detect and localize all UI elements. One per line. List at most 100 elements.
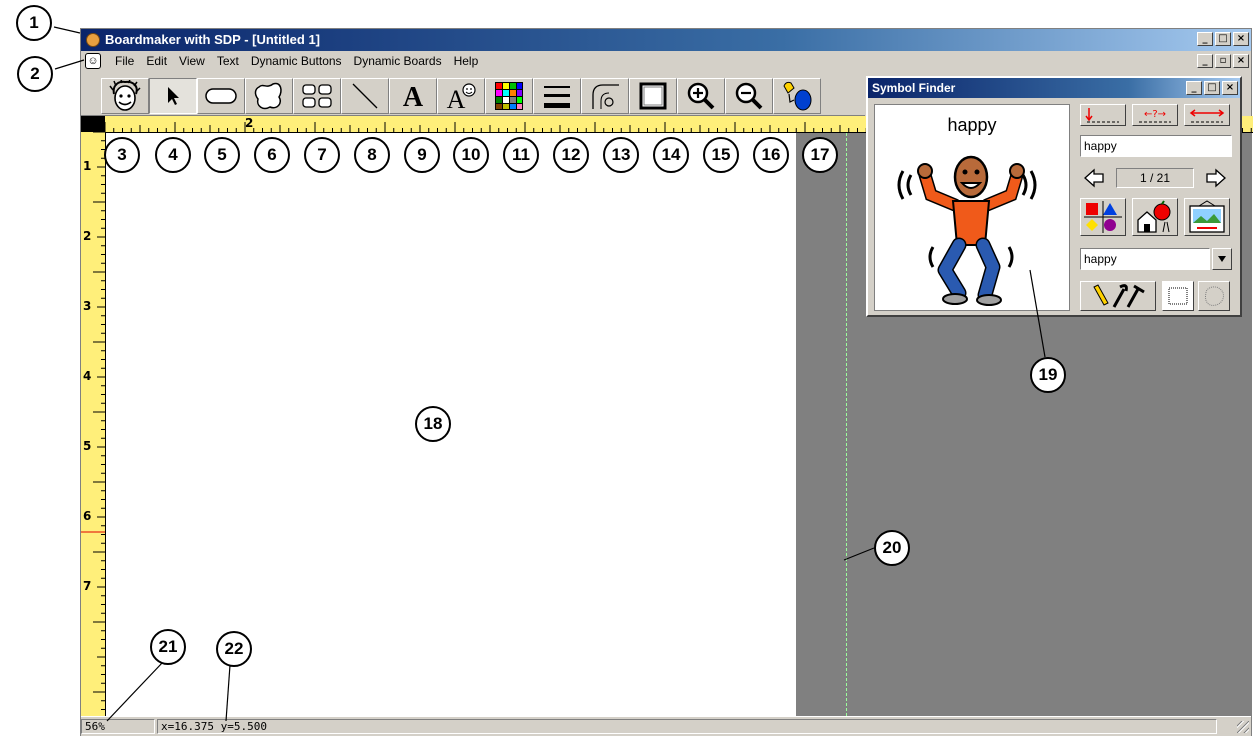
letter-a-face-icon: A	[447, 83, 476, 111]
vruler-number: 5	[83, 439, 92, 453]
category-select[interactable]: happy	[1080, 248, 1210, 270]
title-bar[interactable]: Boardmaker with SDP - [Untitled 1] _ □ ×	[81, 29, 1251, 51]
double-arrow-red-icon	[1189, 109, 1225, 123]
menu-bar: ☺ File Edit View Text Dynamic Buttons Dy…	[81, 51, 1251, 71]
vertical-ruler-ticks	[81, 132, 105, 710]
freeform-crop-button[interactable]	[1198, 281, 1230, 311]
document-face-icon[interactable]: ☺	[85, 53, 101, 69]
callout-18: 18	[415, 406, 451, 442]
doc-restore-button[interactable]: ▫	[1215, 54, 1231, 68]
callout-8: 8	[354, 137, 390, 173]
menu-view[interactable]: View	[173, 51, 211, 71]
vertical-ruler: 1 2 3 4 5 6 7	[81, 132, 106, 716]
symbol-finder-title: Symbol Finder	[872, 81, 956, 95]
contains-arrow-icon: ←?→	[1139, 109, 1171, 123]
minimize-button[interactable]: _	[1197, 32, 1213, 46]
arrow-left-icon	[1084, 168, 1104, 188]
dotted-blob-icon	[1205, 286, 1224, 306]
line-icon	[352, 83, 378, 109]
house-apple-icon	[1137, 200, 1171, 233]
arrow-pointer-icon	[168, 87, 179, 105]
menu-edit[interactable]: Edit	[140, 51, 173, 71]
close-button[interactable]: ×	[1233, 32, 1249, 46]
menu-dynamic-boards[interactable]: Dynamic Boards	[348, 51, 448, 71]
menu-file[interactable]: File	[109, 51, 140, 71]
symbol-finder-titlebar[interactable]: Symbol Finder _ □ ×	[868, 78, 1240, 98]
search-whole-word-button[interactable]	[1184, 104, 1230, 126]
menu-dynamic-buttons[interactable]: Dynamic Buttons	[245, 51, 348, 71]
menu-text[interactable]: Text	[211, 51, 245, 71]
blob-shape-icon	[254, 82, 282, 110]
shapes-icon	[1084, 201, 1122, 233]
svg-text:A: A	[403, 82, 424, 111]
search-contains-button[interactable]: ←?→	[1132, 104, 1178, 126]
corner-radius-icon	[592, 84, 619, 109]
zoom-in-tool[interactable]	[677, 78, 725, 114]
corner-radius-tool[interactable]	[581, 78, 629, 114]
button-tool[interactable]	[197, 78, 245, 114]
line-thickness-icon	[544, 86, 570, 108]
symbol-preview[interactable]: happy	[874, 104, 1070, 311]
frame-tool[interactable]	[629, 78, 677, 114]
doc-minimize-button[interactable]: _	[1197, 54, 1213, 68]
previous-symbol-button[interactable]	[1082, 168, 1106, 188]
pointer-tool[interactable]	[149, 78, 197, 114]
sf-minimize-button[interactable]: _	[1186, 81, 1202, 95]
status-bar: 56% x=16.375 y=5.500	[81, 716, 1251, 736]
sf-close-button[interactable]: ×	[1222, 81, 1238, 95]
resize-grip[interactable]	[1237, 721, 1249, 733]
vruler-number: 3	[83, 299, 92, 313]
doc-close-button[interactable]: ×	[1233, 54, 1249, 68]
search-starts-with-button[interactable]	[1080, 104, 1126, 126]
rounded-rect-icon	[205, 88, 237, 104]
sf-maximize-button[interactable]: □	[1204, 81, 1220, 95]
vruler-number: 7	[83, 579, 92, 593]
symbol-page-indicator: 1 / 21	[1116, 168, 1194, 188]
category-button[interactable]	[1132, 198, 1178, 236]
arrow-right-icon	[1206, 168, 1226, 188]
drawing-toolbar: A A	[81, 71, 865, 116]
app-icon[interactable]	[86, 33, 100, 47]
line-tool[interactable]	[341, 78, 389, 114]
freeform-button-tool[interactable]	[245, 78, 293, 114]
zoom-out-tool[interactable]	[725, 78, 773, 114]
vruler-number: 2	[83, 229, 92, 243]
page-break-guide	[846, 133, 847, 716]
callout-9: 9	[404, 137, 440, 173]
color-shapes-button[interactable]	[1080, 198, 1126, 236]
next-symbol-button[interactable]	[1204, 168, 1228, 188]
grid-icon	[302, 84, 332, 108]
maximize-button[interactable]: □	[1215, 32, 1231, 46]
callout-3: 3	[104, 137, 140, 173]
down-arrow-red-icon	[1085, 108, 1119, 123]
callout-12: 12	[553, 137, 589, 173]
symbol-name-tool[interactable]: A	[437, 78, 485, 114]
text-tool[interactable]: A	[389, 78, 437, 114]
callout-1: 1	[16, 5, 52, 41]
callout-16: 16	[753, 137, 789, 173]
rectangle-crop-button[interactable]	[1162, 281, 1194, 311]
happy-person-icon	[897, 155, 1037, 306]
symbol-finder-tool[interactable]	[101, 78, 149, 114]
face-icon	[109, 80, 141, 111]
paint-bucket-tool[interactable]	[773, 78, 821, 114]
zoom-in-icon	[687, 82, 715, 110]
window-title: Boardmaker with SDP - [Untitled 1]	[105, 32, 321, 47]
menu-help[interactable]: Help	[448, 51, 485, 71]
symbol-settings-button[interactable]	[1080, 281, 1156, 311]
symbol-search-input[interactable]: happy	[1080, 135, 1232, 157]
callout-11: 11	[503, 137, 539, 173]
symbol-library-button[interactable]	[1184, 198, 1230, 236]
callout-2: 2	[17, 56, 53, 92]
callout-10: 10	[453, 137, 489, 173]
category-dropdown-button[interactable]	[1212, 248, 1232, 270]
line-thickness-tool[interactable]	[533, 78, 581, 114]
hruler-number: 2	[245, 116, 254, 130]
callout-15: 15	[703, 137, 739, 173]
color-tool[interactable]	[485, 78, 533, 114]
tools-icon	[1093, 284, 1145, 308]
callout-20: 20	[874, 530, 910, 566]
drawing-canvas[interactable]	[106, 133, 796, 716]
button-sequencer-tool[interactable]	[293, 78, 341, 114]
vruler-number: 6	[83, 509, 92, 523]
